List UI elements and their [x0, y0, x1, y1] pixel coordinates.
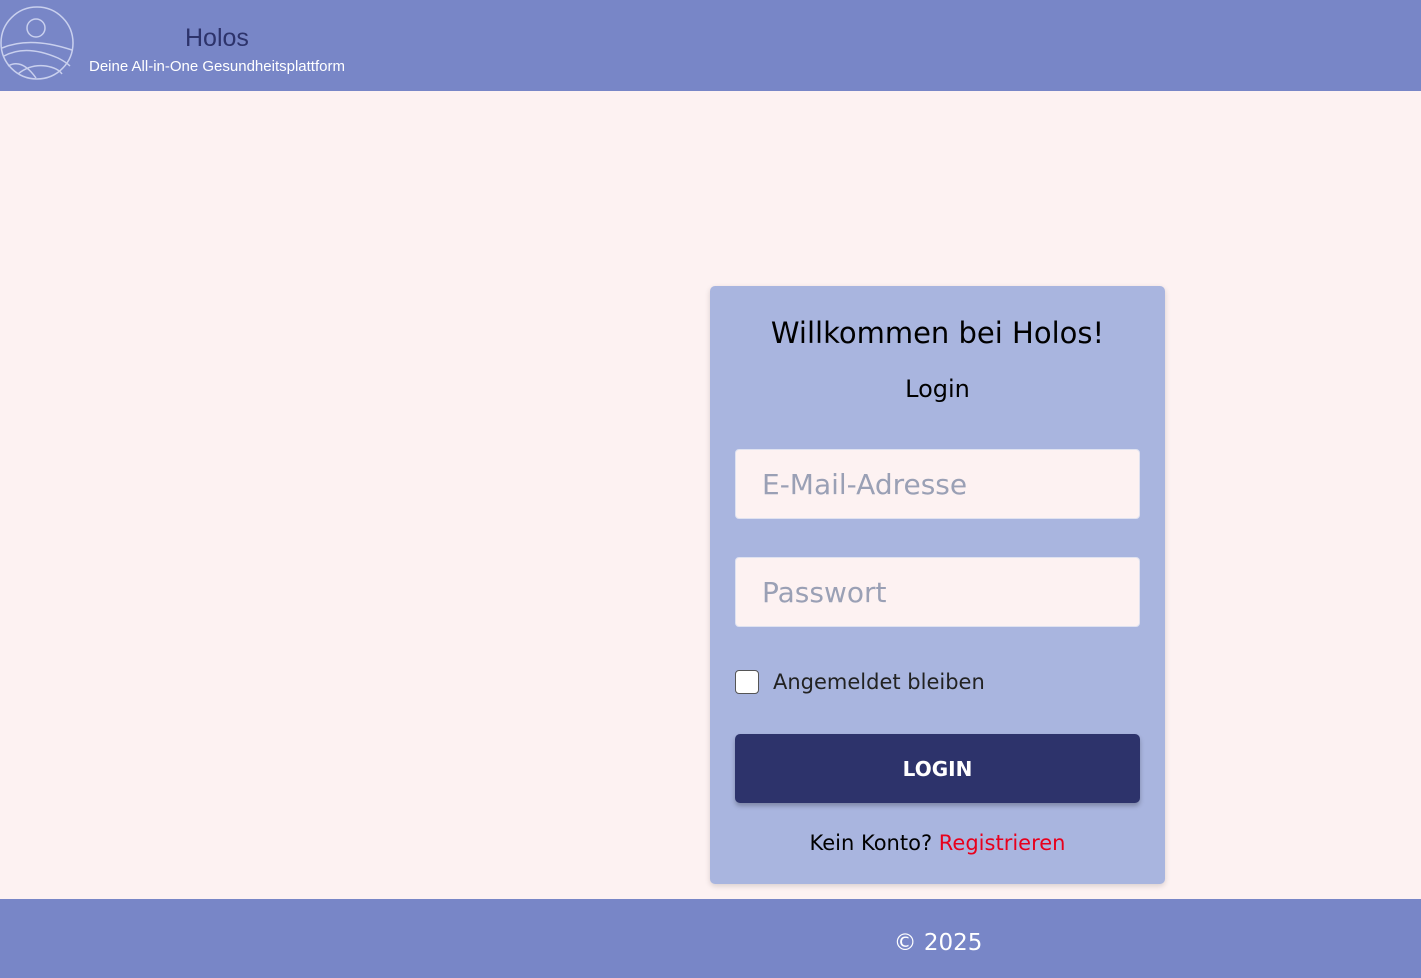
remember-me-row[interactable]: Angemeldet bleiben — [735, 669, 985, 695]
password-input[interactable] — [735, 557, 1140, 627]
login-card: Willkommen bei Holos! Login Angemeldet b… — [710, 286, 1165, 884]
sun-over-hills-icon[interactable] — [0, 4, 76, 82]
brand-title: Holos — [185, 24, 249, 52]
app-header: Holos Deine All-in-One Gesundheitsplattf… — [0, 0, 1421, 91]
login-button[interactable]: LOGIN — [735, 734, 1140, 803]
register-link[interactable]: Registrieren — [939, 831, 1066, 855]
welcome-heading: Willkommen bei Holos! — [770, 316, 1105, 350]
remember-me-checkbox[interactable] — [735, 670, 759, 694]
email-input[interactable] — [735, 449, 1140, 519]
copyright-text: © 2025 — [893, 930, 983, 956]
brand-subtitle: Deine All-in-One Gesundheitsplattform — [89, 58, 345, 75]
app-footer: © 2025 — [0, 899, 1421, 978]
login-heading: Login — [905, 375, 970, 403]
signup-prompt: Kein Konto? — [809, 831, 933, 855]
remember-me-label[interactable]: Angemeldet bleiben — [773, 670, 985, 694]
signup-prompt-row: Kein Konto? Registrieren — [710, 831, 1165, 855]
